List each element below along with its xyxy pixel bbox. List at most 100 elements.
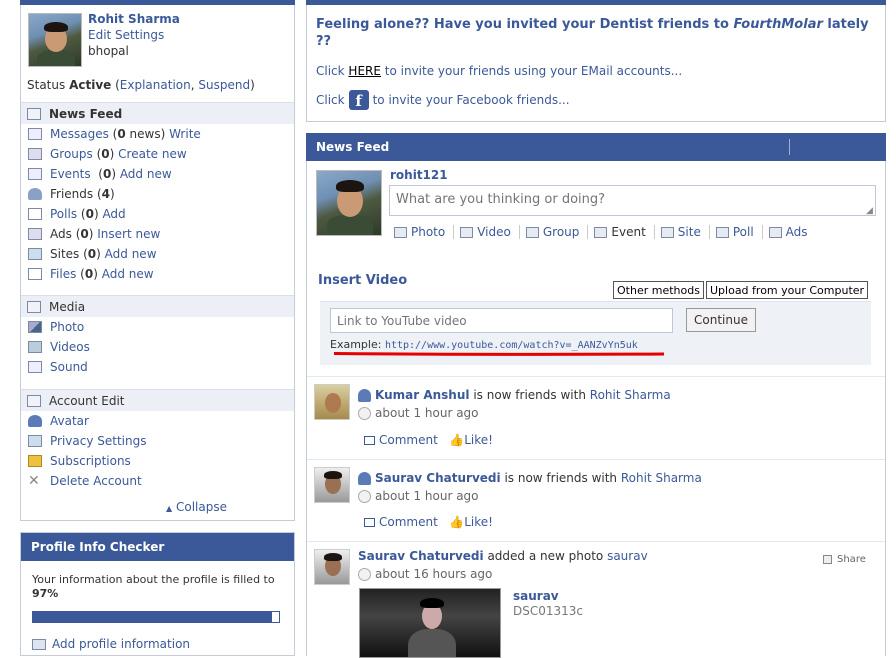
feed-target-link[interactable]: saurav (607, 549, 648, 563)
messages-link[interactable]: Messages (50, 127, 109, 141)
profile-avatar[interactable] (28, 13, 82, 67)
feed-avatar[interactable] (314, 384, 350, 420)
feed-target-link[interactable]: Rohit Sharma (621, 471, 702, 485)
section-media[interactable]: Media (21, 295, 294, 317)
attach-site-label: Site (677, 225, 701, 239)
status-input[interactable] (389, 185, 876, 216)
nav-item-photo[interactable]: Photo (21, 317, 294, 337)
add-profile-info-row[interactable]: Add profile information (32, 637, 190, 651)
add-profile-info-link[interactable]: Add profile information (52, 637, 190, 651)
my-avatar[interactable] (316, 170, 382, 236)
header-divider (789, 139, 790, 155)
section-news-feed[interactable]: News Feed (21, 102, 294, 124)
attach-separator (708, 225, 710, 239)
feed-time-label: about 1 hour ago (375, 406, 479, 420)
write-message-link[interactable]: Write (169, 127, 201, 141)
attach-video[interactable]: Video (460, 225, 511, 239)
explanation-link[interactable]: Explanation (120, 78, 191, 92)
collapse-link[interactable]: ▲ Collapse (166, 500, 227, 514)
avatar-link[interactable]: Avatar (50, 414, 89, 428)
ads-link[interactable]: Ads (50, 227, 72, 241)
nav-item-delete[interactable]: ✕ Delete Account (21, 471, 294, 491)
nav-item-friends: Friends (4) (21, 184, 294, 204)
feed-avatar[interactable] (314, 549, 350, 585)
attach-photo[interactable]: Photo (394, 225, 445, 239)
attach-event[interactable]: Event (594, 225, 646, 239)
status-value: Active (69, 78, 112, 92)
feed-actor-link[interactable]: Saurav Chaturvedi (358, 549, 484, 563)
resize-handle-icon[interactable]: ◢ (866, 206, 873, 216)
comment-link[interactable]: Comment (379, 433, 438, 447)
brand-name: FourthMolar (733, 17, 823, 32)
groups-link[interactable]: Groups (50, 147, 93, 161)
polls-link[interactable]: Polls (50, 207, 77, 221)
videos-icon (28, 341, 42, 353)
attach-separator (653, 225, 655, 239)
comment-link[interactable]: Comment (379, 515, 438, 529)
section-account-edit[interactable]: Account Edit (21, 389, 294, 411)
feed-verb: is now friends with (473, 388, 586, 402)
attach-group[interactable]: Group (525, 225, 580, 239)
privacy-icon (28, 435, 42, 447)
feed-actor-link[interactable]: Kumar Anshul (375, 388, 470, 402)
example-url-link[interactable]: http://www.youtube.com/watch?v=_AANZvYn5… (385, 340, 638, 351)
events-link[interactable]: Events (50, 167, 91, 181)
edit-settings-link[interactable]: Edit Settings (88, 28, 164, 42)
create-group-link[interactable]: Create new (118, 147, 187, 161)
feed-target-link[interactable]: Rohit Sharma (590, 388, 671, 402)
attach-poll-label: Poll (732, 225, 754, 239)
photo-title-link[interactable]: saurav (513, 589, 559, 603)
continue-button[interactable]: Continue (686, 308, 756, 332)
share-button[interactable]: Share (823, 554, 866, 565)
nav-item-sound[interactable]: Sound (21, 357, 294, 377)
collapse-label: Collapse (175, 500, 227, 514)
attach-poll[interactable]: Poll (715, 225, 754, 239)
nav-item-privacy[interactable]: Privacy Settings (21, 431, 294, 451)
nav-item-avatar[interactable]: Avatar (21, 411, 294, 431)
account-edit-icon (27, 394, 41, 407)
attach-group-label: Group (542, 225, 580, 239)
nav-item-videos[interactable]: Videos (21, 337, 294, 357)
invite-email-line: Click HERE to invite your friends using … (316, 64, 682, 78)
feed-actor-link[interactable]: Saurav Chaturvedi (375, 471, 501, 485)
sound-link[interactable]: Sound (50, 360, 88, 374)
collapse-arrow-icon: ▲ (166, 504, 173, 513)
invite-email-here-link[interactable]: HERE (348, 64, 381, 78)
example-line: Example: http://www.youtube.com/watch?v=… (330, 338, 638, 351)
delete-account-link[interactable]: Delete Account (50, 474, 142, 488)
invite-title: Feeling alone?? Have you invited your De… (316, 16, 876, 50)
profile-name-link[interactable]: Rohit Sharma (88, 12, 180, 26)
files-link[interactable]: Files (50, 267, 76, 281)
profile-checker-percent: 97% (32, 587, 59, 600)
privacy-settings-link[interactable]: Privacy Settings (50, 434, 146, 448)
add-poll-link[interactable]: Add (102, 207, 125, 221)
photo-thumbnail[interactable] (359, 588, 501, 658)
feed-avatar[interactable] (314, 467, 350, 503)
upload-from-computer-button[interactable]: Upload from your Computer (706, 281, 869, 299)
profile-checker-desc: Your information about the profile is fi… (32, 573, 275, 586)
sites-link[interactable]: Sites (50, 247, 79, 261)
like-link[interactable]: Like! (464, 515, 493, 529)
friends-link[interactable]: Friends (50, 187, 93, 201)
nav-item-subscriptions[interactable]: Subscriptions (21, 451, 294, 471)
photo-link[interactable]: Photo (50, 320, 84, 334)
attach-ads[interactable]: Ads (768, 225, 808, 239)
attach-site[interactable]: Site (660, 225, 701, 239)
invite-facebook-line: Click f to invite your Facebook friends.… (316, 90, 570, 110)
insert-ad-link[interactable]: Insert new (97, 227, 160, 241)
videos-link[interactable]: Videos (50, 340, 90, 354)
suspend-link[interactable]: Suspend (198, 78, 250, 92)
add-event-link[interactable]: Add new (120, 167, 172, 181)
facebook-icon[interactable]: f (348, 90, 369, 110)
photo-filename: DSC01313c (513, 604, 584, 618)
add-file-link[interactable]: Add new (102, 267, 154, 281)
other-methods-button[interactable]: Other methods (613, 281, 704, 299)
like-icon: 👍 (449, 433, 465, 447)
subscriptions-link[interactable]: Subscriptions (50, 454, 131, 468)
files-count: 0 (84, 267, 94, 281)
youtube-link-input[interactable] (330, 308, 673, 333)
like-link[interactable]: Like! (464, 433, 493, 447)
my-username[interactable]: rohit121 (390, 168, 448, 182)
attach-separator (761, 225, 763, 239)
add-site-link[interactable]: Add new (105, 247, 157, 261)
